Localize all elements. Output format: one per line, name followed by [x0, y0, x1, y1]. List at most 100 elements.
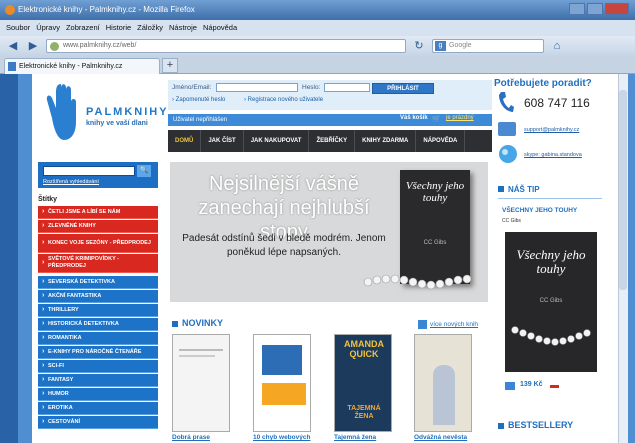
phone-number: 608 747 116 [524, 96, 590, 110]
category-item[interactable]: SVĚTOVÉ KRIMIPOVÍDKY - PŘEDPRODEJ [38, 254, 158, 273]
nav-domu[interactable]: DOMŮ [168, 130, 202, 152]
minimize-button[interactable] [569, 3, 585, 15]
category-item[interactable]: E-KNIHY PRO NÁROČNÉ ČTENÁŘE [38, 346, 158, 359]
cover-author-text: AMANDA QUICK [344, 339, 384, 359]
cover-title-text: TAJEMNÁ ŽENA [347, 405, 381, 420]
nav-zebricky[interactable]: ŽEBŘÍČKY [309, 130, 356, 152]
book-cover-odvazna-nevesta[interactable] [414, 334, 472, 432]
tip-book-title[interactable]: VŠECHNY JEHO TOUHY [502, 207, 577, 214]
category-item[interactable]: KONEC VOJE SEZÓNY - PŘEDPRODEJ [38, 234, 158, 253]
nav-knihy-zdarma[interactable]: KNIHY ZDARMA [355, 130, 417, 152]
tags-heading: Štítky [38, 196, 58, 203]
banner-subtitle: Padesát odstínů šedi v bledě modrém. Jen… [182, 233, 386, 258]
category-item[interactable]: ROMANTIKA [38, 332, 158, 345]
menu-soubor[interactable]: Soubor [6, 20, 30, 36]
cart-label: Váš košík [400, 115, 428, 121]
home-icon[interactable]: ⌂ [550, 39, 564, 53]
book-title-4[interactable]: Odvážná nevěsta [414, 434, 467, 441]
url-bar[interactable]: www.palmknihy.cz/web/ [46, 39, 406, 53]
book-title-1[interactable]: Dobrá prase [172, 434, 210, 441]
forgot-password-link[interactable]: › Zapomenuté heslo [172, 97, 225, 103]
book-cover-10-chyb[interactable] [253, 334, 311, 432]
tip-book-cover[interactable]: Všechny jeho touhy CC Gibs [505, 232, 597, 372]
menu-zobrazeni[interactable]: Zobrazení [66, 20, 100, 36]
window-titlebar: Elektronické knihy - Palmknihy.cz - Mozi… [0, 0, 635, 20]
menu-historie[interactable]: Historie [106, 20, 131, 36]
category-item[interactable]: HUMOR [38, 388, 158, 401]
category-item[interactable]: SEVERSKÁ DETEKTIVKA [38, 276, 158, 289]
cart-icon: 🛒 [432, 116, 441, 123]
category-item[interactable]: AKČNÍ FANTASTIKA [38, 290, 158, 303]
category-item[interactable]: FANTASY [38, 374, 158, 387]
register-link[interactable]: › Registrace nového uživatele [244, 97, 323, 103]
book-cover-tajemna-zena[interactable]: AMANDA QUICK TAJEMNÁ ŽENA [334, 334, 392, 432]
more-books-icon [418, 320, 427, 329]
menu-napoveda[interactable]: Nápověda [203, 20, 237, 36]
tip-icon [498, 186, 504, 192]
tab-palmknihy[interactable]: Elektronické knihy - Palmknihy.cz [4, 58, 160, 74]
window-title: Elektronické knihy - Palmknihy.cz - Mozi… [18, 5, 195, 14]
support-email-link[interactable]: support@palmknihy.cz [524, 127, 579, 133]
google-icon: g [435, 41, 446, 51]
bestseller-icon [498, 423, 504, 429]
login-button[interactable]: PŘIHLÁSIT [372, 83, 434, 94]
tip-cover-author: CC Gibs [539, 298, 563, 304]
phone-icon [499, 92, 514, 112]
nav-jak-nakupovat[interactable]: JAK NAKUPOVAT [244, 130, 310, 152]
back-arrow-icon[interactable]: ◀ [6, 39, 20, 53]
category-item[interactable]: ČETLI JSME A LÍBÍ SE NÁM [38, 206, 158, 219]
pearls-decoration [363, 274, 472, 290]
hand-logo-icon[interactable] [40, 82, 82, 142]
help-heading: Potřebujete poradit? [494, 78, 592, 89]
skype-link[interactable]: skype: gabina.standova [524, 152, 582, 158]
menu-upravy[interactable]: Úpravy [36, 20, 60, 36]
czech-flag-icon [550, 382, 559, 388]
logo-name[interactable]: PALMKNIHY [86, 106, 169, 118]
category-item[interactable]: CESTOVÁNÍ [38, 416, 158, 429]
menu-zalozky[interactable]: Záložky [137, 20, 163, 36]
reload-icon[interactable]: ↻ [412, 39, 426, 53]
book-title-2[interactable]: 10 chyb webových [253, 434, 310, 441]
category-item[interactable]: HISTORICKÁ DETEKTIVKA [38, 318, 158, 331]
more-books-link[interactable]: více nových knih [430, 321, 478, 328]
category-item[interactable]: EROTIKA [38, 402, 158, 415]
tip-pearls-decoration [511, 326, 591, 346]
novinky-icon [172, 321, 178, 327]
password-label: Heslo: [302, 84, 321, 91]
search-icon[interactable]: 🔍 [137, 165, 151, 177]
book-title-3[interactable]: Tajemná žena [334, 434, 376, 441]
cart-link[interactable]: je prázdný [446, 115, 474, 121]
advanced-search-link[interactable]: Rozšířená vyhledávání [43, 179, 99, 185]
firefox-icon [5, 5, 15, 15]
banner-book-author: CC Gibs [423, 240, 447, 246]
skype-icon [499, 145, 517, 163]
new-tab-button[interactable]: + [162, 58, 178, 73]
book-cover-dobra-prase[interactable] [172, 334, 230, 432]
category-item[interactable]: ZLEVNĚNÉ KNIHY [38, 220, 158, 233]
forward-arrow-icon[interactable]: ▶ [26, 39, 40, 53]
email-field[interactable] [216, 83, 298, 92]
tip-cover-title: Všechny jeho touhy [516, 247, 586, 276]
email-label: Jméno/Email: [172, 84, 212, 91]
menu-bar: Soubor Úpravy Zobrazení Historie Záložky… [0, 20, 635, 36]
left-decoration [0, 74, 18, 443]
tab-label: Elektronické knihy - Palmknihy.cz [19, 63, 123, 70]
navigation-toolbar: ◀ ▶ www.palmknihy.cz/web/ ↻ g Google ⌂ [0, 36, 635, 56]
search-placeholder: Google [449, 42, 472, 49]
close-button[interactable] [605, 3, 629, 15]
category-item[interactable]: SCI-FI [38, 360, 158, 373]
logo-tagline: knihy ve vaší dlani [86, 120, 148, 127]
scrollbar-thumb[interactable] [619, 90, 627, 290]
nav-napoveda[interactable]: NÁPOVĚDA [416, 130, 466, 152]
category-item[interactable]: THRILLERY [38, 304, 158, 317]
user-status: Uživatel nepřihlášen [173, 117, 228, 123]
tip-book-author: CC Gibs [502, 218, 521, 224]
cart-add-icon[interactable] [505, 382, 515, 390]
email-icon [498, 122, 516, 136]
search-bar[interactable]: g Google [432, 39, 544, 53]
nav-jak-cist[interactable]: JAK ČÍST [201, 130, 244, 152]
menu-nastroje[interactable]: Nástroje [169, 20, 197, 36]
password-field[interactable] [324, 83, 370, 92]
maximize-button[interactable] [587, 3, 603, 15]
site-search-input[interactable] [43, 166, 135, 176]
